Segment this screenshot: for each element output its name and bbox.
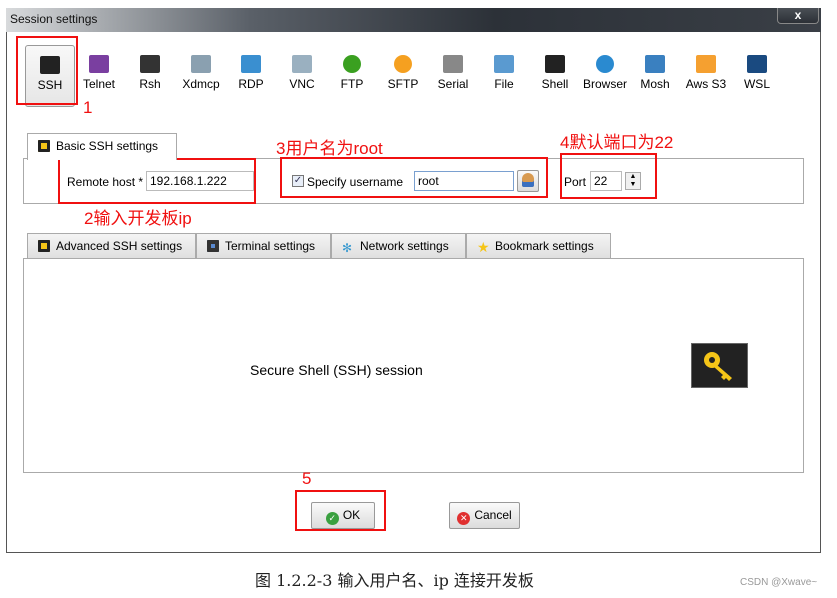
annotation-3: 3用户名为root bbox=[276, 139, 383, 158]
xdmcp-monitor-icon bbox=[191, 55, 211, 73]
protocol-button-rsh[interactable]: Rsh bbox=[125, 45, 175, 107]
star-icon: ★ bbox=[477, 239, 490, 255]
network-icon: ✻ bbox=[342, 241, 353, 255]
browser-globe-icon bbox=[596, 55, 614, 73]
protocol-button-aws-s3[interactable]: Aws S3 bbox=[681, 45, 731, 107]
annotation-1: 1 bbox=[83, 98, 93, 117]
file-monitor-icon bbox=[494, 55, 514, 73]
protocol-button-file[interactable]: File bbox=[479, 45, 529, 107]
protocol-button-ftp[interactable]: FTP bbox=[327, 45, 377, 107]
protocol-label: Xdmcp bbox=[182, 77, 220, 91]
tab-label: Bookmark settings bbox=[495, 239, 594, 253]
protocol-label: VNC bbox=[289, 77, 315, 91]
watermark: CSDN @Xwave~ bbox=[740, 577, 818, 588]
protocol-button-browser[interactable]: Browser bbox=[580, 45, 630, 107]
wrench-key-icon bbox=[38, 240, 50, 252]
annotation-box-4 bbox=[560, 153, 657, 199]
protocol-button-sftp[interactable]: SFTP bbox=[378, 45, 428, 107]
wsl-windows-icon bbox=[747, 55, 767, 73]
session-description: Secure Shell (SSH) session bbox=[250, 362, 423, 378]
close-button[interactable]: x bbox=[777, 8, 819, 24]
cancel-button[interactable]: ✕ Cancel bbox=[449, 502, 520, 529]
tab-bookmark-settings[interactable]: ★ Bookmark settings bbox=[466, 233, 611, 259]
vnc-monitor-icon bbox=[292, 55, 312, 73]
aws-s3-icon bbox=[696, 55, 716, 73]
sftp-globe-icon bbox=[394, 55, 412, 73]
telnet-icon bbox=[89, 55, 109, 73]
shell-terminal-icon bbox=[545, 55, 565, 73]
annotation-4: 4默认端口为22 bbox=[560, 133, 674, 152]
tab-label: Basic SSH settings bbox=[56, 139, 159, 153]
protocol-button-mosh[interactable]: Mosh bbox=[630, 45, 680, 107]
terminal-icon bbox=[207, 240, 219, 252]
protocol-label: FTP bbox=[340, 77, 364, 91]
cancel-x-icon: ✕ bbox=[457, 512, 471, 525]
tab-terminal-settings[interactable]: Terminal settings bbox=[196, 233, 331, 259]
rdp-monitor-icon bbox=[241, 55, 261, 73]
annotation-box-2 bbox=[58, 158, 256, 204]
tab-basic-ssh-settings[interactable]: Basic SSH settings bbox=[27, 133, 177, 160]
protocol-button-rdp[interactable]: RDP bbox=[226, 45, 276, 107]
figure-caption: 图 1.2.2-3 输入用户名、ip 连接开发板 bbox=[255, 571, 534, 590]
annotation-box-1 bbox=[16, 36, 78, 105]
window-title: Session settings bbox=[10, 12, 98, 26]
protocol-label: File bbox=[494, 77, 514, 91]
ssh-key-icon bbox=[691, 343, 748, 388]
protocol-label: RDP bbox=[238, 77, 264, 91]
ftp-globe-icon bbox=[343, 55, 361, 73]
tab-label: Network settings bbox=[360, 239, 449, 253]
rsh-icon bbox=[140, 55, 160, 73]
protocol-label: SFTP bbox=[387, 77, 419, 91]
tab-label: Advanced SSH settings bbox=[56, 239, 183, 253]
protocol-label: Telnet bbox=[82, 77, 116, 91]
protocol-label: Aws S3 bbox=[685, 77, 727, 91]
annotation-box-5 bbox=[295, 490, 386, 531]
protocol-label: Mosh bbox=[640, 77, 670, 91]
protocol-label: Browser bbox=[582, 77, 627, 91]
serial-plug-icon bbox=[443, 55, 463, 73]
annotation-5: 5 bbox=[302, 469, 312, 488]
cancel-label: Cancel bbox=[474, 508, 512, 522]
mosh-satellite-icon bbox=[645, 55, 665, 73]
protocol-button-vnc[interactable]: VNC bbox=[277, 45, 327, 107]
protocol-button-xdmcp[interactable]: Xdmcp bbox=[176, 45, 226, 107]
annotation-box-3 bbox=[280, 157, 548, 198]
protocol-label: Serial bbox=[437, 77, 469, 91]
tab-label: Terminal settings bbox=[225, 239, 316, 253]
protocol-button-shell[interactable]: Shell bbox=[530, 45, 580, 107]
wrench-key-icon bbox=[38, 140, 50, 152]
protocol-label: Rsh bbox=[139, 77, 161, 91]
annotation-2: 2输入开发板ip bbox=[84, 209, 192, 228]
protocol-label: WSL bbox=[743, 77, 770, 91]
protocol-button-serial[interactable]: Serial bbox=[428, 45, 478, 107]
protocol-button-wsl[interactable]: WSL bbox=[732, 45, 782, 107]
title-bar bbox=[6, 8, 821, 32]
protocol-label: Shell bbox=[541, 77, 569, 91]
protocol-button-telnet[interactable]: Telnet bbox=[74, 45, 124, 107]
tab-network-settings[interactable]: ✻ Network settings bbox=[331, 233, 466, 259]
tab-advanced-ssh-settings[interactable]: Advanced SSH settings bbox=[27, 233, 196, 259]
